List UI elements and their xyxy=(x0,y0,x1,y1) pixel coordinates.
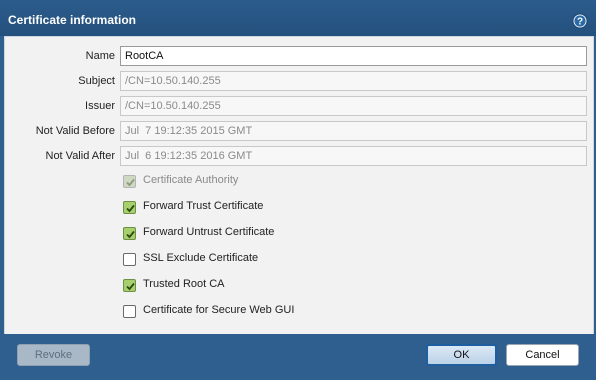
subject-field: /CN=10.50.140.255 xyxy=(120,71,587,91)
forward-trust-label[interactable]: Forward Trust Certificate xyxy=(143,200,263,212)
issuer-field: /CN=10.50.140.255 xyxy=(120,96,587,116)
revoke-button[interactable]: Revoke xyxy=(17,344,90,366)
help-icon[interactable]: ? xyxy=(572,13,588,29)
not-valid-after-label: Not Valid After xyxy=(45,150,116,162)
dialog-title: Certificate information xyxy=(8,13,137,27)
certificate-authority-label: Certificate Authority xyxy=(143,174,239,186)
ssl-exclude-checkbox[interactable] xyxy=(123,253,136,266)
secure-web-gui-label[interactable]: Certificate for Secure Web GUI xyxy=(143,304,294,316)
not-valid-after-field: Jul 6 19:12:35 2016 GMT xyxy=(120,146,587,166)
dialog-titlebar: Certificate information ? xyxy=(0,0,596,36)
subject-label: Subject xyxy=(78,75,115,87)
forward-untrust-checkbox[interactable] xyxy=(123,227,136,240)
not-valid-before-label: Not Valid Before xyxy=(35,125,115,137)
dialog-footer: Revoke OK Cancel xyxy=(0,334,596,380)
svg-text:?: ? xyxy=(577,17,583,28)
issuer-label: Issuer xyxy=(85,100,115,112)
cancel-button[interactable]: Cancel xyxy=(506,344,579,366)
ok-button[interactable]: OK xyxy=(426,344,497,366)
secure-web-gui-checkbox[interactable] xyxy=(123,305,136,318)
trusted-root-ca-label[interactable]: Trusted Root CA xyxy=(143,278,225,290)
ssl-exclude-label[interactable]: SSL Exclude Certificate xyxy=(143,252,258,264)
certificate-dialog: Certificate information ? Name Subject /… xyxy=(0,0,596,380)
not-valid-before-field: Jul 7 19:12:35 2015 GMT xyxy=(120,121,587,141)
forward-untrust-label[interactable]: Forward Untrust Certificate xyxy=(143,226,274,238)
forward-trust-checkbox[interactable] xyxy=(123,201,136,214)
trusted-root-ca-checkbox[interactable] xyxy=(123,279,136,292)
dialog-body: Name Subject /CN=10.50.140.255 Issuer /C… xyxy=(4,36,594,335)
certificate-authority-checkbox xyxy=(123,175,136,188)
name-label: Name xyxy=(85,50,115,62)
name-input[interactable] xyxy=(120,46,587,66)
